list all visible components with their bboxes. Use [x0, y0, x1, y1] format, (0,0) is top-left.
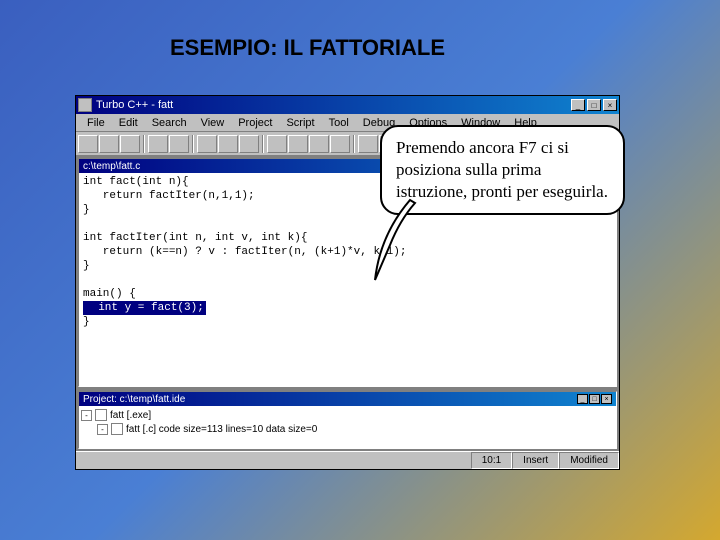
- menu-project[interactable]: Project: [231, 117, 279, 129]
- toolbar-button[interactable]: [78, 135, 98, 153]
- tree-node-exe[interactable]: - fatt [.exe]: [81, 408, 614, 422]
- code-line: return (k==n) ? v : factIter(n, (k+1)*v,…: [83, 246, 406, 258]
- app-icon: [78, 98, 92, 112]
- menu-search[interactable]: Search: [145, 117, 194, 129]
- toolbar-separator: [143, 135, 145, 153]
- window-title: Turbo C++ - fatt: [96, 99, 571, 111]
- menu-tool[interactable]: Tool: [322, 117, 356, 129]
- title-bar: Turbo C++ - fatt _ □ ×: [76, 96, 619, 114]
- tree-label: fatt [.c] code size=113 lines=10 data si…: [126, 424, 317, 435]
- toolbar-button[interactable]: [218, 135, 238, 153]
- toolbar-separator: [192, 135, 194, 153]
- toolbar-separator: [262, 135, 264, 153]
- toolbar-separator: [353, 135, 355, 153]
- status-insert-mode: Insert: [512, 452, 559, 469]
- tree-collapse-icon[interactable]: -: [97, 424, 108, 435]
- tree-node-c[interactable]: - fatt [.c] code size=113 lines=10 data …: [81, 422, 614, 436]
- tree-collapse-icon[interactable]: -: [81, 410, 92, 421]
- exe-icon: [95, 409, 107, 421]
- toolbar-button[interactable]: [148, 135, 168, 153]
- tree-label: fatt [.exe]: [110, 410, 151, 421]
- project-panel: Project: c:\temp\fatt.ide _ □ × - fatt […: [78, 391, 617, 449]
- panel-close-icon[interactable]: ×: [601, 394, 612, 404]
- menu-view[interactable]: View: [194, 117, 232, 129]
- maximize-button[interactable]: □: [587, 99, 601, 111]
- toolbar-button[interactable]: [358, 135, 378, 153]
- code-line: }: [83, 260, 90, 272]
- code-line: }: [83, 316, 90, 328]
- project-tree[interactable]: - fatt [.exe] - fatt [.c] code size=113 …: [79, 406, 616, 448]
- toolbar-button[interactable]: [99, 135, 119, 153]
- project-title-bar: Project: c:\temp\fatt.ide _ □ ×: [79, 392, 616, 406]
- status-modified: Modified: [559, 452, 619, 469]
- toolbar-button[interactable]: [120, 135, 140, 153]
- code-line: return factIter(n,1,1);: [83, 190, 255, 202]
- code-line: int factIter(int n, int v, int k){: [83, 232, 307, 244]
- toolbar-button[interactable]: [239, 135, 259, 153]
- code-line: }: [83, 204, 90, 216]
- status-bar: 10:1 Insert Modified: [76, 451, 619, 469]
- code-line: int fact(int n){: [83, 176, 189, 188]
- minimize-button[interactable]: _: [571, 99, 585, 111]
- code-line: main() {: [83, 288, 136, 300]
- panel-max-icon[interactable]: □: [589, 394, 600, 404]
- window-controls: _ □ ×: [571, 99, 617, 111]
- menu-edit[interactable]: Edit: [112, 117, 145, 129]
- toolbar-button[interactable]: [330, 135, 350, 153]
- menu-file[interactable]: File: [80, 117, 112, 129]
- toolbar-button[interactable]: [197, 135, 217, 153]
- c-file-icon: [111, 423, 123, 435]
- toolbar-button[interactable]: [288, 135, 308, 153]
- toolbar-button[interactable]: [169, 135, 189, 153]
- menu-script[interactable]: Script: [279, 117, 321, 129]
- toolbar-button[interactable]: [267, 135, 287, 153]
- slide-title: ESEMPIO: IL FATTORIALE: [170, 35, 445, 61]
- status-cursor-position: 10:1: [471, 452, 512, 469]
- callout-text: Premendo ancora F7 ci si posiziona sulla…: [396, 138, 608, 201]
- current-exec-line: int y = fact(3);: [83, 301, 206, 315]
- panel-min-icon[interactable]: _: [577, 394, 588, 404]
- close-button[interactable]: ×: [603, 99, 617, 111]
- project-title: Project: c:\temp\fatt.ide: [83, 394, 577, 405]
- toolbar-button[interactable]: [309, 135, 329, 153]
